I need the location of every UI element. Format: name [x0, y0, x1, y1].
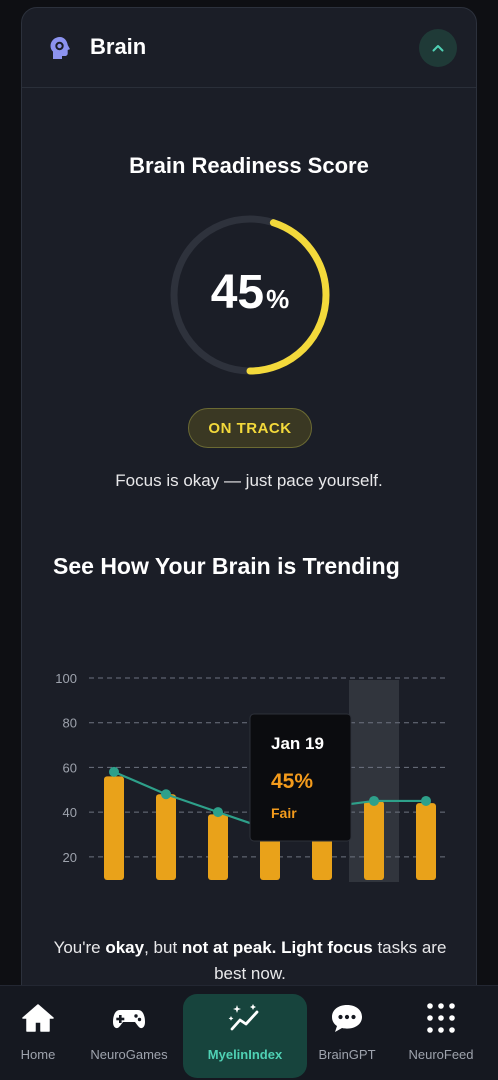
chart-bar — [104, 776, 124, 880]
bottom-nav: Home NeuroGames MyelinIndex BrainGPT Neu… — [0, 985, 498, 1080]
nav-label-myelinindex: MyelinIndex — [207, 1047, 283, 1062]
chart-point — [421, 795, 431, 806]
readiness-score-value: 45% — [168, 265, 332, 320]
tooltip-value: 45% — [271, 770, 313, 793]
card-header[interactable]: Brain — [22, 8, 476, 88]
nav-label-neurogames: NeuroGames — [90, 1047, 168, 1062]
nav-item-braingpt[interactable]: BrainGPT — [297, 986, 397, 1080]
nav-item-myelinindex[interactable]: MyelinIndex — [183, 986, 307, 1080]
summary-bold-3: Light focus — [281, 938, 373, 957]
summary-bold-1: okay — [105, 938, 145, 957]
grid-dots-icon — [427, 1003, 455, 1033]
status-message: Focus is okay — just pace yourself. — [115, 471, 383, 490]
chat-bubble-icon — [332, 1005, 362, 1032]
status-badge: ON TRACK — [188, 408, 312, 448]
summary-part-2: , but — [144, 938, 182, 957]
tooltip-label: Fair — [271, 805, 297, 821]
readiness-score-title: Brain Readiness Score — [129, 153, 369, 178]
nav-label-home: Home — [20, 1047, 56, 1062]
nav-label-braingpt: BrainGPT — [318, 1047, 376, 1062]
chart-point — [369, 795, 379, 806]
chart-y-tick-label: 100 — [55, 671, 77, 686]
collapse-button[interactable] — [419, 29, 457, 67]
summary-text: You're okay, but not at peak. Light focu… — [52, 935, 448, 987]
chevron-up-icon — [432, 45, 444, 52]
chart-bar — [208, 814, 228, 880]
nav-item-neurogames[interactable]: NeuroGames — [79, 986, 179, 1080]
chart-y-tick-label: 80 — [63, 716, 77, 731]
summary-part-1: You're — [53, 938, 106, 957]
trend-section-title: See How Your Brain is Trending — [53, 553, 400, 579]
nav-label-neurofeed: NeuroFeed — [408, 1047, 474, 1062]
nav-item-home[interactable]: Home — [0, 986, 88, 1080]
chart-y-tick-label: 40 — [63, 805, 77, 820]
chart-y-tick-label: 60 — [63, 760, 77, 775]
home-icon — [22, 1004, 54, 1032]
chart-bar — [364, 800, 384, 880]
card-title: Brain — [90, 34, 147, 59]
chart-point — [213, 807, 223, 818]
tooltip-date: Jan 19 — [271, 734, 324, 753]
trend-sparkle-icon — [228, 1004, 259, 1031]
score-number: 45 — [210, 266, 265, 319]
summary-bold-2: not at peak. — [181, 938, 277, 957]
nav-item-neurofeed[interactable]: NeuroFeed — [391, 986, 491, 1080]
chart-point — [161, 789, 171, 800]
brain-card: Brain Brain Readiness Score 45% ON TRACK… — [21, 7, 477, 1007]
trend-chart[interactable]: 100 80 60 40 20 Jan 19 45% Fair — [22, 648, 477, 898]
brain-gear-icon — [50, 37, 70, 59]
gamepad-icon — [113, 1010, 145, 1029]
score-unit: % — [266, 284, 290, 314]
chart-bar — [416, 803, 436, 880]
chart-bar — [156, 794, 176, 880]
chart-y-tick-label: 20 — [63, 850, 77, 865]
chart-point — [109, 766, 119, 777]
